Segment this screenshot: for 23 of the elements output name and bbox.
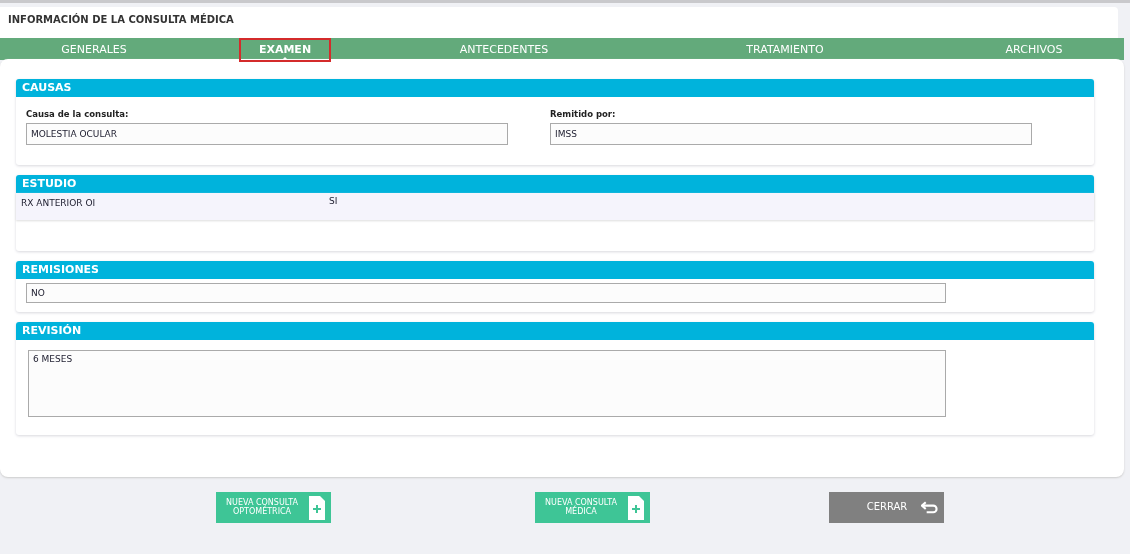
page-title: INFORMACIÓN DE LA CONSULTA MÉDICA (8, 14, 235, 25)
file-plus-icon (628, 495, 644, 520)
field-label: Causa de la consulta: (26, 109, 130, 119)
input-field[interactable]: NO (26, 283, 946, 303)
table-cell-text: RX ANTERIOR OI (21, 197, 97, 210)
section-header: CAUSAS (16, 79, 1094, 97)
new-consultation-button[interactable]: NUEVA CONSULTA MÉDICA (535, 492, 650, 523)
input-field[interactable]: IMSS (550, 123, 1032, 145)
section-header: REVISIÓN (16, 322, 1094, 340)
section-header: REMISIONES (16, 261, 1094, 279)
close-button[interactable]: CERRAR (829, 492, 944, 523)
section-header: ESTUDIO (16, 175, 1094, 193)
tab[interactable]: ANTECEDENTES (439, 38, 569, 62)
field-label: Remitido por: (550, 109, 617, 119)
undo-icon (921, 500, 938, 515)
table-cell-text: SI (329, 196, 339, 208)
text-area[interactable]: 6 MESES (28, 350, 946, 417)
new-consultation-button[interactable]: NUEVA CONSULTA OPTOMÉTRICA (216, 492, 331, 523)
input-field[interactable]: MOLESTIA OCULAR (26, 123, 508, 145)
file-plus-icon (309, 495, 325, 520)
tab[interactable]: ARCHIVOS (985, 38, 1083, 62)
tab[interactable]: GENERALES (41, 38, 147, 62)
tab[interactable]: TRATAMIENTO (726, 38, 844, 62)
